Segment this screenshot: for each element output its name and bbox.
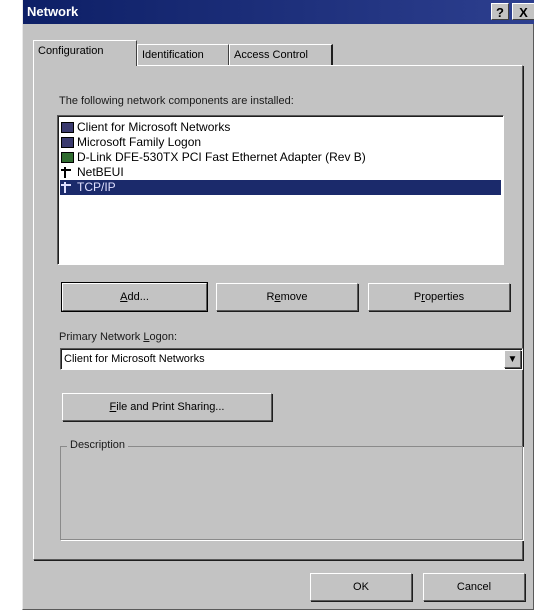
- description-group: [60, 446, 523, 540]
- protocol-icon: [61, 182, 74, 193]
- ok-button[interactable]: OK: [310, 573, 412, 601]
- primary-logon-label: Primary Network Logon:: [59, 331, 177, 343]
- tab-configuration-label: Configuration: [38, 45, 104, 57]
- tab-configuration[interactable]: Configuration: [33, 40, 137, 66]
- help-icon: ?: [496, 5, 504, 20]
- title-bar[interactable]: Network ? X: [23, 0, 534, 24]
- client-icon: [61, 137, 74, 148]
- chevron-down-icon[interactable]: ▼: [504, 350, 521, 368]
- tab-identification[interactable]: Identification: [137, 44, 229, 66]
- client-icon: [61, 122, 74, 133]
- components-intro-label: The following network components are ins…: [59, 95, 294, 107]
- close-button[interactable]: X: [512, 3, 534, 20]
- add-button[interactable]: Add...: [61, 282, 208, 312]
- list-item[interactable]: Microsoft Family Logon: [60, 135, 501, 150]
- primary-logon-value: Client for Microsoft Networks: [64, 353, 205, 365]
- list-item[interactable]: NetBEUI: [60, 165, 501, 180]
- protocol-icon: [61, 167, 74, 178]
- close-icon: X: [519, 5, 528, 20]
- cancel-button[interactable]: Cancel: [423, 573, 525, 601]
- file-print-sharing-button[interactable]: File and Print Sharing...: [62, 393, 272, 421]
- components-list[interactable]: Client for Microsoft Networks Microsoft …: [57, 115, 504, 265]
- tab-access-control[interactable]: Access Control: [229, 44, 333, 66]
- remove-button[interactable]: Remove: [216, 283, 358, 311]
- description-title: Description: [67, 439, 129, 451]
- list-item-selected[interactable]: TCP/IP: [60, 180, 501, 195]
- network-dialog: Network ? X Configuration Identification…: [22, 0, 534, 610]
- tab-identification-label: Identification: [142, 49, 204, 61]
- properties-button[interactable]: Properties: [368, 283, 510, 311]
- help-button[interactable]: ?: [491, 3, 509, 20]
- primary-logon-select[interactable]: Client for Microsoft Networks ▼: [60, 348, 523, 370]
- list-item[interactable]: Client for Microsoft Networks: [60, 120, 501, 135]
- window-title: Network: [27, 4, 79, 19]
- network-adapter-icon: [61, 152, 74, 163]
- tab-access-control-label: Access Control: [234, 49, 308, 61]
- list-item[interactable]: D-Link DFE-530TX PCI Fast Ethernet Adapt…: [60, 150, 501, 165]
